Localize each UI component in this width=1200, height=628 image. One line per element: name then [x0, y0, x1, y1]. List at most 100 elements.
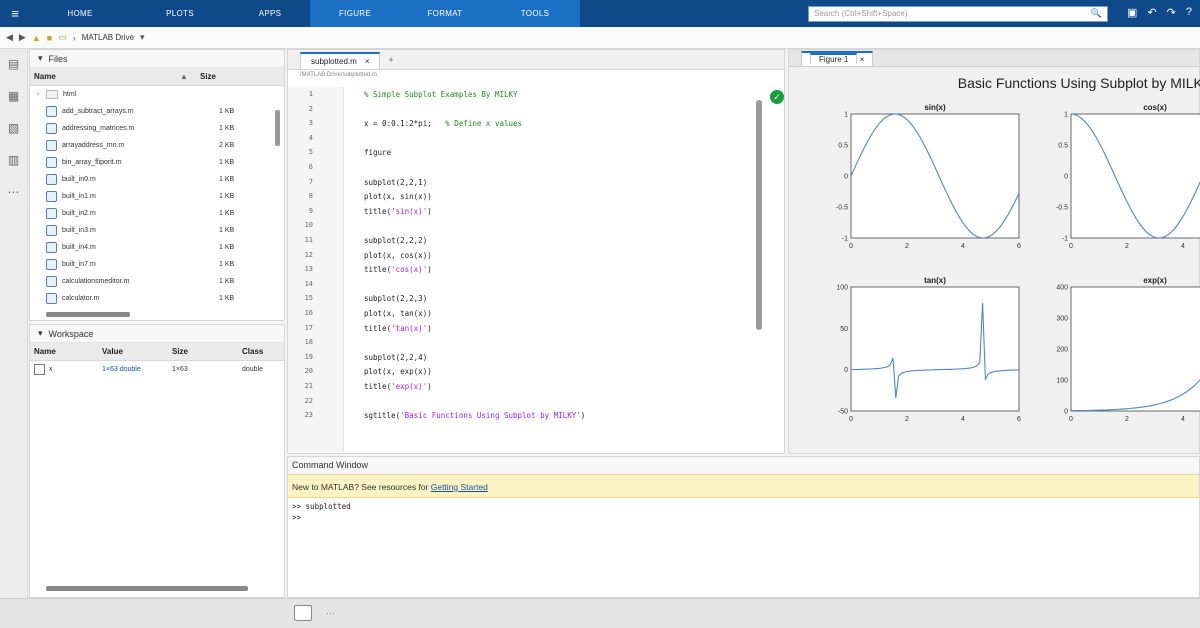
command-prompt[interactable]: >>	[288, 511, 1199, 522]
code-token: title(	[364, 382, 392, 391]
close-icon[interactable]: ×	[365, 57, 370, 66]
tab-figure[interactable]: FIGURE	[310, 0, 400, 27]
line-number: 5	[308, 148, 313, 157]
collapse-icon[interactable]: ▾	[38, 328, 43, 339]
file-size: 1 KB	[219, 193, 235, 200]
save-icon[interactable]: ▣	[1127, 6, 1137, 19]
file-row[interactable]: bin_array_fliporit.m 1 KB	[30, 154, 284, 171]
tab-plots[interactable]: PLOTS	[130, 0, 230, 27]
workspace-row[interactable]: x 1×63 double 1×63 double	[30, 361, 284, 378]
tab-tools[interactable]: TOOLS	[490, 0, 580, 27]
more-icon[interactable]: ⋯	[326, 608, 335, 619]
code-token: subplot(2,2,2)	[364, 236, 428, 245]
line-number: 2	[308, 104, 313, 113]
col-size[interactable]: Size	[172, 347, 242, 356]
figure-tab[interactable]: Figure 1 ×	[801, 51, 874, 66]
files-hscrollbar[interactable]	[46, 312, 130, 317]
file-row[interactable]: calculator.m 1 KB	[30, 290, 284, 307]
file-size: 1 KB	[219, 125, 235, 132]
file-row[interactable]: built_in0.m 1 KB	[30, 171, 284, 188]
code-line: plot(x, cos(x))	[364, 251, 432, 260]
file-row[interactable]: built_in2.m 1 KB	[30, 205, 284, 222]
files-scrollbar[interactable]	[275, 110, 280, 146]
file-name: calculator.m	[62, 295, 100, 302]
code-token: subplot(2,2,1)	[364, 177, 428, 187]
expand-icon[interactable]: ›	[30, 91, 46, 98]
layout-icon[interactable]	[294, 605, 312, 621]
x-tick-label: 4	[1181, 416, 1185, 423]
col-name[interactable]: Name	[30, 72, 180, 81]
search-placeholder: Search (Ctrl+Shift+Space)	[814, 9, 908, 18]
new-tab-icon[interactable]: +	[388, 55, 393, 65]
editor-tab[interactable]: subplotted.m ×	[300, 52, 381, 69]
tab-format[interactable]: FORMAT	[400, 0, 490, 27]
line-number: 13	[304, 265, 313, 274]
file-row[interactable]: calculationsmeditor.m 1 KB	[30, 273, 284, 290]
back-icon[interactable]: ◀	[6, 32, 13, 43]
hamburger-menu-icon[interactable]: ≡	[0, 6, 30, 21]
tab-apps[interactable]: APPS	[230, 0, 310, 27]
collapse-icon[interactable]: ▾	[38, 53, 43, 64]
col-name[interactable]: Name	[30, 347, 102, 356]
banner-text: New to MATLAB? See resources for	[292, 482, 431, 492]
getting-started-link[interactable]: Getting Started	[431, 482, 488, 492]
files-panel-icon[interactable]: ▤	[5, 57, 23, 75]
file-row[interactable]: built_in7.m 1 KB	[30, 256, 284, 273]
subplot-cos[interactable]: cos(x)0246-1-0.500.51	[1056, 103, 1200, 250]
subplot-tan[interactable]: tan(x)0 2 4 6-50050100	[836, 276, 1021, 423]
y-tick-label: 0.5	[838, 143, 848, 150]
editor-tab-label: subplotted.m	[311, 57, 357, 66]
code-analyzer-ok-icon[interactable]: ✓	[770, 90, 784, 104]
undo-icon[interactable]: ↶	[1147, 6, 1156, 19]
search-input[interactable]: Search (Ctrl+Shift+Space) 🔍	[808, 6, 1108, 22]
y-tick-label: -50	[838, 409, 848, 416]
code-token: subplot(2,2,4)	[364, 352, 428, 362]
subplot-sin[interactable]: sin(x) 0 2 4 6 -1 -0.5 0 0.5 1	[836, 103, 1021, 250]
file-row[interactable]: built_in4.m 1 KB	[30, 239, 284, 256]
editor-scrollbar[interactable]	[756, 100, 762, 330]
line-number: 1	[308, 90, 313, 98]
forward-icon[interactable]: ▶	[19, 32, 26, 43]
workspace-panel-icon[interactable]: ▦	[5, 89, 23, 107]
x-tick-label: 2	[1125, 416, 1129, 423]
code-token: title(	[364, 323, 392, 333]
file-row[interactable]: add_subtract_arrays.m 1 KB	[30, 103, 284, 120]
line-number: 16	[304, 309, 313, 317]
search-icon[interactable]: 🔍	[1091, 8, 1102, 19]
subplot-title: sin(x)	[924, 103, 946, 112]
file-size: 1 KB	[219, 227, 235, 234]
history-panel-icon[interactable]: ▧	[5, 121, 23, 139]
sort-icon[interactable]: ▲	[180, 72, 200, 81]
file-row[interactable]: arrayaddress_mn.m 2 KB	[30, 137, 284, 154]
files-header: Name ▲ Size	[30, 68, 284, 86]
browse-folder-icon[interactable]: ■	[47, 33, 52, 43]
y-tick-label: 0.5	[1058, 143, 1068, 150]
col-class[interactable]: Class	[242, 347, 263, 356]
more-icon[interactable]: ⋯	[5, 185, 23, 203]
help-icon[interactable]: ?	[1186, 6, 1192, 19]
col-size[interactable]: Size	[200, 72, 216, 81]
line-number: 11	[304, 236, 313, 244]
up-folder-icon[interactable]: ▲	[32, 33, 41, 43]
file-row[interactable]: built_in3.m 1 KB	[30, 222, 284, 239]
axes-box	[850, 286, 1020, 412]
redo-icon[interactable]: ↷	[1167, 6, 1176, 19]
code-token: )	[427, 265, 432, 275]
file-name: arrayaddress_mn.m	[62, 142, 125, 149]
file-size: 1 KB	[219, 176, 235, 183]
line-number: 4	[308, 133, 313, 142]
figure-sgtitle: Basic Functions Using Subplot by MILKY	[958, 75, 1200, 91]
path-separator-icon: ›	[72, 32, 76, 43]
file-row[interactable]: addressing_matrices.m 1 KB	[30, 120, 284, 137]
toolstrip: ≡ HOME PLOTS APPS FIGURE FORMAT TOOLS Se…	[0, 0, 1200, 27]
col-value[interactable]: Value	[102, 347, 172, 356]
chevron-down-icon[interactable]: ▾	[140, 32, 145, 43]
current-path[interactable]: MATLAB Drive	[82, 33, 134, 42]
line-number: 18	[304, 338, 313, 347]
file-row[interactable]: built_in1.m 1 KB	[30, 188, 284, 205]
folder-row[interactable]: › html	[30, 86, 284, 103]
subplot-exp[interactable]: exp(x)02460100200300400	[1056, 276, 1200, 423]
tab-home[interactable]: HOME	[30, 0, 130, 27]
workspace-hscrollbar[interactable]	[46, 586, 248, 591]
add-ons-icon[interactable]: ▥	[5, 153, 23, 171]
